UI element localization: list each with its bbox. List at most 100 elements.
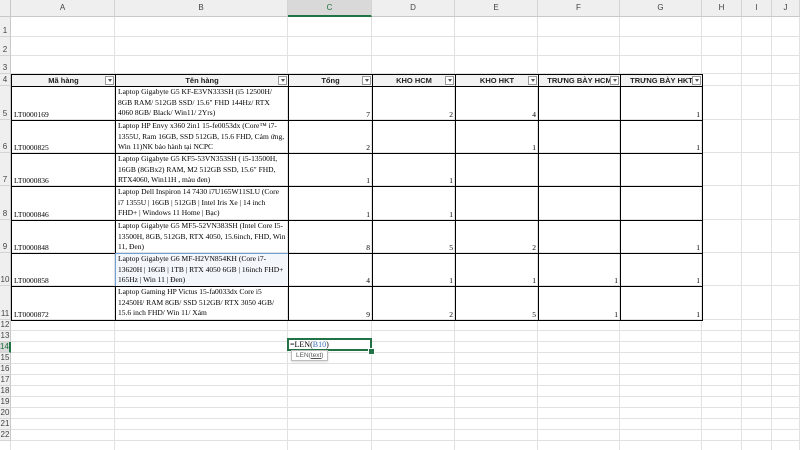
table-cell-tb-hcm[interactable] <box>538 220 621 254</box>
row-header-8[interactable]: 8 <box>0 186 11 220</box>
table-cell-tb-hkt[interactable]: 1 <box>620 253 703 287</box>
filter-dropdown-icon[interactable] <box>278 76 287 85</box>
column-header-f[interactable]: F <box>538 0 620 17</box>
table-cell-total[interactable]: 1 <box>288 153 373 187</box>
table-cell-tb-hkt[interactable]: 1 <box>620 286 703 321</box>
table-cell-tb-hkt[interactable]: 1 <box>620 120 703 154</box>
table-cell-tb-hcm[interactable]: 1 <box>538 286 621 321</box>
column-header-c[interactable]: C <box>288 0 372 17</box>
filter-dropdown-icon[interactable] <box>445 76 454 85</box>
spreadsheet-grid[interactable]: A B C D E F G H I J 1 2 3 4 5 6 7 8 9 10 11 12 13 14 15 16 17 18 19 2… <box>0 0 800 450</box>
table-cell-name[interactable]: Laptop Gigabyte G5 MF5-52VN383SH (Intel … <box>115 220 289 254</box>
table-cell-tb-hkt[interactable]: 1 <box>620 220 703 254</box>
table-cell-code[interactable]: LT0000846 <box>11 186 116 221</box>
table-cell-total[interactable]: 1 <box>288 186 373 221</box>
row-header-22[interactable]: 22 <box>0 430 11 441</box>
table-cell-name[interactable]: Laptop Gigabyte G6 MF-H2VN854KH (Core i7… <box>115 253 289 287</box>
row-header-10[interactable]: 10 <box>0 253 11 286</box>
row-header-18[interactable]: 18 <box>0 386 11 397</box>
table-cell-code[interactable]: LT0000848 <box>11 220 116 254</box>
column-header-j[interactable]: J <box>772 0 800 17</box>
formula-reference: B10 <box>312 340 327 349</box>
row-header-15[interactable]: 15 <box>0 353 11 364</box>
row-header-4[interactable]: 4 <box>0 74 11 86</box>
table-header-label: KHO HKT <box>479 76 515 85</box>
table-cell-kho-hkt[interactable]: 2 <box>455 220 539 254</box>
table-cell-kho-hcm[interactable]: 5 <box>372 220 456 254</box>
column-header-g[interactable]: G <box>620 0 702 17</box>
table-cell-tb-hkt[interactable]: 1 <box>620 86 703 121</box>
table-cell-tb-hcm[interactable] <box>538 120 621 154</box>
column-header-e[interactable]: E <box>455 0 538 17</box>
table-cell-tb-hcm[interactable] <box>538 86 621 121</box>
table-header-label: KHO HCM <box>396 76 432 85</box>
table-cell-total[interactable]: 8 <box>288 220 373 254</box>
filter-dropdown-icon[interactable] <box>692 76 701 85</box>
row-header-21[interactable]: 21 <box>0 419 11 430</box>
table-cell-kho-hcm[interactable] <box>372 120 456 154</box>
table-cell-kho-hkt[interactable] <box>455 186 539 221</box>
table-cell-name[interactable]: Laptop Gigabyte G5 KF5-53VN353SH ( i5-13… <box>115 153 289 187</box>
column-header-h[interactable]: H <box>702 0 742 17</box>
table-cell-code[interactable]: LT0000836 <box>11 153 116 187</box>
fill-handle[interactable] <box>368 348 375 355</box>
row-header-17[interactable]: 17 <box>0 375 11 386</box>
table-cell-tb-hcm[interactable] <box>538 153 621 187</box>
column-header-a[interactable]: A <box>11 0 115 17</box>
formula-suffix: ) <box>326 340 329 349</box>
column-header-i[interactable]: I <box>742 0 772 17</box>
row-header-19[interactable]: 19 <box>0 397 11 408</box>
table-cell-tb-hkt[interactable] <box>620 153 703 187</box>
row-header-1[interactable]: 1 <box>0 17 11 37</box>
row-header-9[interactable]: 9 <box>0 220 11 253</box>
table-cell-kho-hkt[interactable] <box>455 153 539 187</box>
table-cell-kho-hkt[interactable]: 4 <box>455 86 539 121</box>
row-header-16[interactable]: 16 <box>0 364 11 375</box>
row-header-5[interactable]: 5 <box>0 86 11 120</box>
table-header-label: Tên hàng <box>185 76 219 85</box>
row-header-2[interactable]: 2 <box>0 37 11 56</box>
table-cell-kho-hkt[interactable]: 1 <box>455 120 539 154</box>
filter-dropdown-icon[interactable] <box>610 76 619 85</box>
table-cell-total[interactable]: 7 <box>288 86 373 121</box>
filter-dropdown-icon[interactable] <box>105 76 114 85</box>
filter-dropdown-icon[interactable] <box>362 76 371 85</box>
row-header-12[interactable]: 12 <box>0 320 11 331</box>
table-cell-kho-hcm[interactable]: 1 <box>372 153 456 187</box>
row-header-13[interactable]: 13 <box>0 331 11 342</box>
column-header-d[interactable]: D <box>372 0 455 17</box>
table-cell-total[interactable]: 9 <box>288 286 373 321</box>
table-cell-name[interactable]: Laptop Dell Inspiron 14 7430 i7U165W11SL… <box>115 186 289 221</box>
table-cell-total[interactable]: 4 <box>288 253 373 287</box>
table-cell-kho-hcm[interactable]: 2 <box>372 286 456 321</box>
row-header-14[interactable]: 14 <box>0 342 11 353</box>
table-cell-code[interactable]: LT0000872 <box>11 286 116 321</box>
table-cell-tb-hcm[interactable]: 1 <box>538 253 621 287</box>
table-cell-kho-hcm[interactable]: 1 <box>372 186 456 221</box>
table-header-label: TRƯNG BÀY HKT <box>630 76 693 85</box>
table-cell-tb-hcm[interactable] <box>538 186 621 221</box>
function-tooltip: LEN(text) <box>291 350 329 361</box>
table-cell-tb-hkt[interactable] <box>620 186 703 221</box>
row-header-11[interactable]: 11 <box>0 286 11 320</box>
tooltip-func: LEN( <box>296 352 311 359</box>
table-cell-kho-hcm[interactable]: 1 <box>372 253 456 287</box>
table-cell-code[interactable]: LT0000169 <box>11 86 116 121</box>
table-cell-name[interactable]: Laptop HP Envy x360 2in1 15-fe0053dx (Co… <box>115 120 289 154</box>
tooltip-arg: text <box>310 352 322 359</box>
table-cell-code[interactable]: LT0000825 <box>11 120 116 154</box>
row-header-3[interactable]: 3 <box>0 56 11 74</box>
row-header-7[interactable]: 7 <box>0 153 11 186</box>
select-all-corner[interactable] <box>0 0 11 17</box>
table-cell-kho-hcm[interactable]: 2 <box>372 86 456 121</box>
filter-dropdown-icon[interactable] <box>528 76 537 85</box>
row-header-6[interactable]: 6 <box>0 120 11 153</box>
table-cell-name[interactable]: Laptop Gaming HP Victus 15-fa0033dx Core… <box>115 286 289 321</box>
table-cell-kho-hkt[interactable]: 5 <box>455 286 539 321</box>
row-header-20[interactable]: 20 <box>0 408 11 419</box>
table-cell-code[interactable]: LT0000858 <box>11 253 116 287</box>
table-cell-name[interactable]: Laptop Gigabyte G5 KF-E3VN333SH (i5 1250… <box>115 86 289 121</box>
table-cell-kho-hkt[interactable]: 1 <box>455 253 539 287</box>
table-cell-total[interactable]: 2 <box>288 120 373 154</box>
column-header-b[interactable]: B <box>115 0 288 17</box>
